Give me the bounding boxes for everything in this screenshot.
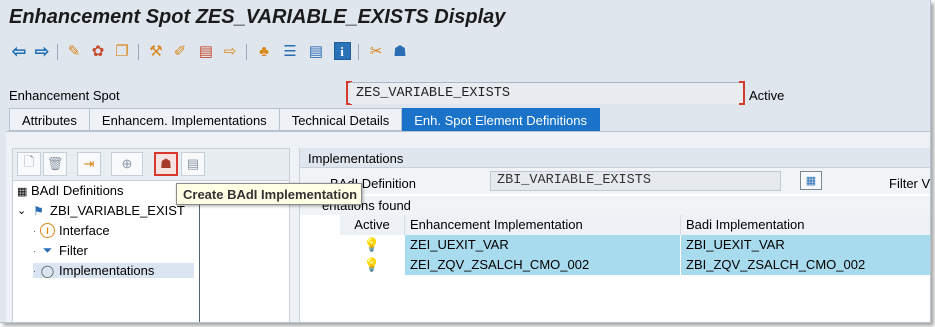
table-row[interactable]: 💡 ZEI_ZQV_ZSALCH_CMO_002 ZBI_ZQV_ZSALCH_… bbox=[340, 255, 930, 275]
table-header: Active Enhancement Implementation Badi I… bbox=[340, 215, 930, 235]
enhancement-spot-row: Enhancement Spot ZES_VARIABLE_EXISTS Act… bbox=[0, 80, 930, 108]
tab-enh-spot-element-definitions[interactable]: Enh. Spot Element Definitions bbox=[402, 108, 600, 131]
implementations-table: Active Enhancement Implementation Badi I… bbox=[340, 215, 930, 275]
tree-node-implementations[interactable]: · ◯ Implementations bbox=[33, 263, 195, 278]
active-cell: 💡 bbox=[340, 255, 405, 275]
badi-definitions-heading-text: BAdI Definitions bbox=[31, 183, 124, 198]
enhancement-implementation-cell[interactable]: ZEI_ZQV_ZSALCH_CMO_002 bbox=[405, 255, 681, 275]
toolbar-separator bbox=[358, 44, 359, 60]
table-icon: ▦ bbox=[17, 186, 28, 198]
tree-node-label: Interface bbox=[59, 223, 110, 238]
tree-node-interface[interactable]: · I Interface bbox=[33, 223, 110, 238]
tab-strip: Attributes Enhancem. Implementations Tec… bbox=[9, 108, 600, 131]
lightbulb-icon: 💡 bbox=[363, 257, 381, 272]
tab-attributes[interactable]: Attributes bbox=[9, 108, 90, 131]
pane-divider[interactable] bbox=[199, 195, 200, 322]
table-row[interactable]: 💡 ZEI_UEXIT_VAR ZBI_UEXIT_VAR bbox=[340, 235, 930, 255]
required-marker bbox=[739, 81, 745, 105]
badi-definition-row: BAdI Definition ZBI_VARIABLE_EXISTS ▦ Fi… bbox=[300, 168, 931, 194]
badi-definitions-heading: ▦ BAdI Definitions bbox=[17, 183, 124, 198]
implementations-found-label: entations found bbox=[300, 196, 930, 215]
badi-definition-icon: ⚑ bbox=[33, 203, 44, 218]
hierarchy-icon[interactable]: ⇨ bbox=[220, 41, 240, 61]
transport-icon[interactable]: ▤ bbox=[196, 41, 216, 61]
application-toolbar: ⇦ ⇨ ✎ ✿ ❐ ⚒ ✐ ▤ ⇨ ♣ ☰ ▤ i ✂ ☗ bbox=[0, 38, 930, 68]
enhancement-info-icon[interactable]: ♣ bbox=[254, 41, 274, 61]
tree-bullet: · bbox=[33, 245, 36, 256]
badi-definition-field[interactable]: ZBI_VARIABLE_EXISTS bbox=[490, 171, 781, 191]
column-header-enhancement-implementation[interactable]: Enhancement Implementation bbox=[405, 215, 681, 235]
tree-bullet: · bbox=[33, 265, 36, 276]
create-icon[interactable]: ⊕ bbox=[111, 152, 143, 176]
activate-icon[interactable]: ❐ bbox=[112, 41, 132, 61]
copy-icon[interactable]: ⇥ bbox=[77, 152, 101, 176]
enhancement-implementation-cell[interactable]: ZEI_UEXIT_VAR bbox=[405, 235, 681, 255]
implementations-circle-icon: ◯ bbox=[40, 263, 55, 278]
enhancement-spot-field[interactable]: ZES_VARIABLE_EXISTS bbox=[350, 82, 745, 104]
tree-bullet: · bbox=[33, 225, 36, 236]
other-object-icon[interactable]: ✎ bbox=[64, 41, 84, 61]
delete-icon[interactable]: 🗑 bbox=[43, 152, 67, 176]
filter-icon: ⏷ bbox=[42, 243, 53, 257]
tree-node-badi-definition[interactable]: ⌄ ⚑ ZBI_VARIABLE_EXIST bbox=[17, 203, 185, 218]
tab-technical-details[interactable]: Technical Details bbox=[279, 108, 403, 131]
tree-node-filter[interactable]: · ⏷ Filter bbox=[33, 243, 88, 258]
interface-icon: I bbox=[40, 223, 55, 238]
new-document-icon[interactable]: 🗋 bbox=[17, 152, 41, 176]
tree-node-label: Implementations bbox=[59, 263, 155, 278]
column-header-badi-implementation[interactable]: Badi Implementation bbox=[681, 215, 930, 235]
badi-definitions-panel: 🗋 🗑 ⇥ ⊕ ☗ ▤ ▦ BAdI Definitions ⌄ ⚑ ZBI_V… bbox=[12, 148, 290, 322]
display-list-icon[interactable]: ▤ bbox=[181, 152, 205, 176]
toolbar-separator bbox=[246, 44, 247, 60]
tooltip: Create BAdI Implementation bbox=[176, 183, 362, 205]
create-badi-implementation-icon[interactable]: ☗ bbox=[154, 152, 178, 176]
sap-window: Enhancement Spot ZES_VARIABLE_EXISTS Dis… bbox=[0, 0, 931, 323]
filter-values-label: Filter V bbox=[889, 176, 931, 191]
column-header-active[interactable]: Active bbox=[340, 215, 405, 235]
tree-expander[interactable]: ⌄ bbox=[17, 204, 27, 217]
badi-implementation-cell[interactable]: ZBI_ZQV_ZSALCH_CMO_002 bbox=[681, 255, 930, 275]
badi-implementation-cell[interactable]: ZBI_UEXIT_VAR bbox=[681, 235, 930, 255]
tree-toolbar: 🗋 🗑 ⇥ ⊕ ☗ ▤ bbox=[13, 149, 289, 181]
where-used-icon[interactable]: ✐ bbox=[170, 41, 190, 61]
tree-node-label: ZBI_VARIABLE_EXIST bbox=[50, 203, 185, 218]
info-icon[interactable]: i bbox=[332, 41, 352, 61]
implementations-panel: Implementations BAdI Definition ZBI_VARI… bbox=[299, 148, 931, 322]
toolbar-separator bbox=[138, 44, 139, 60]
check-icon[interactable]: ⚒ bbox=[146, 41, 166, 61]
lightbulb-icon: 💡 bbox=[363, 237, 381, 252]
tree-node-label: Filter bbox=[59, 243, 88, 258]
display-change-icon[interactable]: ✿ bbox=[88, 41, 108, 61]
forward-arrow-icon[interactable]: ⇨ bbox=[32, 41, 52, 61]
documentation-icon[interactable]: ☰ bbox=[280, 41, 300, 61]
enhancement-spot-label: Enhancement Spot bbox=[9, 88, 120, 103]
list-icon[interactable]: ▤ bbox=[306, 41, 326, 61]
implementations-icon[interactable]: ☗ bbox=[390, 41, 410, 61]
badi-icon[interactable]: ✂ bbox=[366, 41, 386, 61]
tab-enhancement-implementations[interactable]: Enhancem. Implementations bbox=[89, 108, 280, 131]
title-bar: Enhancement Spot ZES_VARIABLE_EXISTS Dis… bbox=[0, 0, 930, 34]
grid-settings-icon[interactable]: ▦ bbox=[800, 171, 822, 190]
implementations-title: Implementations bbox=[300, 148, 930, 168]
status-text: Active bbox=[749, 88, 785, 103]
toolbar-separator bbox=[57, 44, 58, 60]
active-cell: 💡 bbox=[340, 235, 405, 255]
window-title: Enhancement Spot ZES_VARIABLE_EXISTS Dis… bbox=[9, 6, 506, 28]
back-arrow-icon[interactable]: ⇦ bbox=[9, 41, 29, 61]
tab-content: 🗋 🗑 ⇥ ⊕ ☗ ▤ ▦ BAdI Definitions ⌄ ⚑ ZBI_V… bbox=[6, 131, 931, 322]
